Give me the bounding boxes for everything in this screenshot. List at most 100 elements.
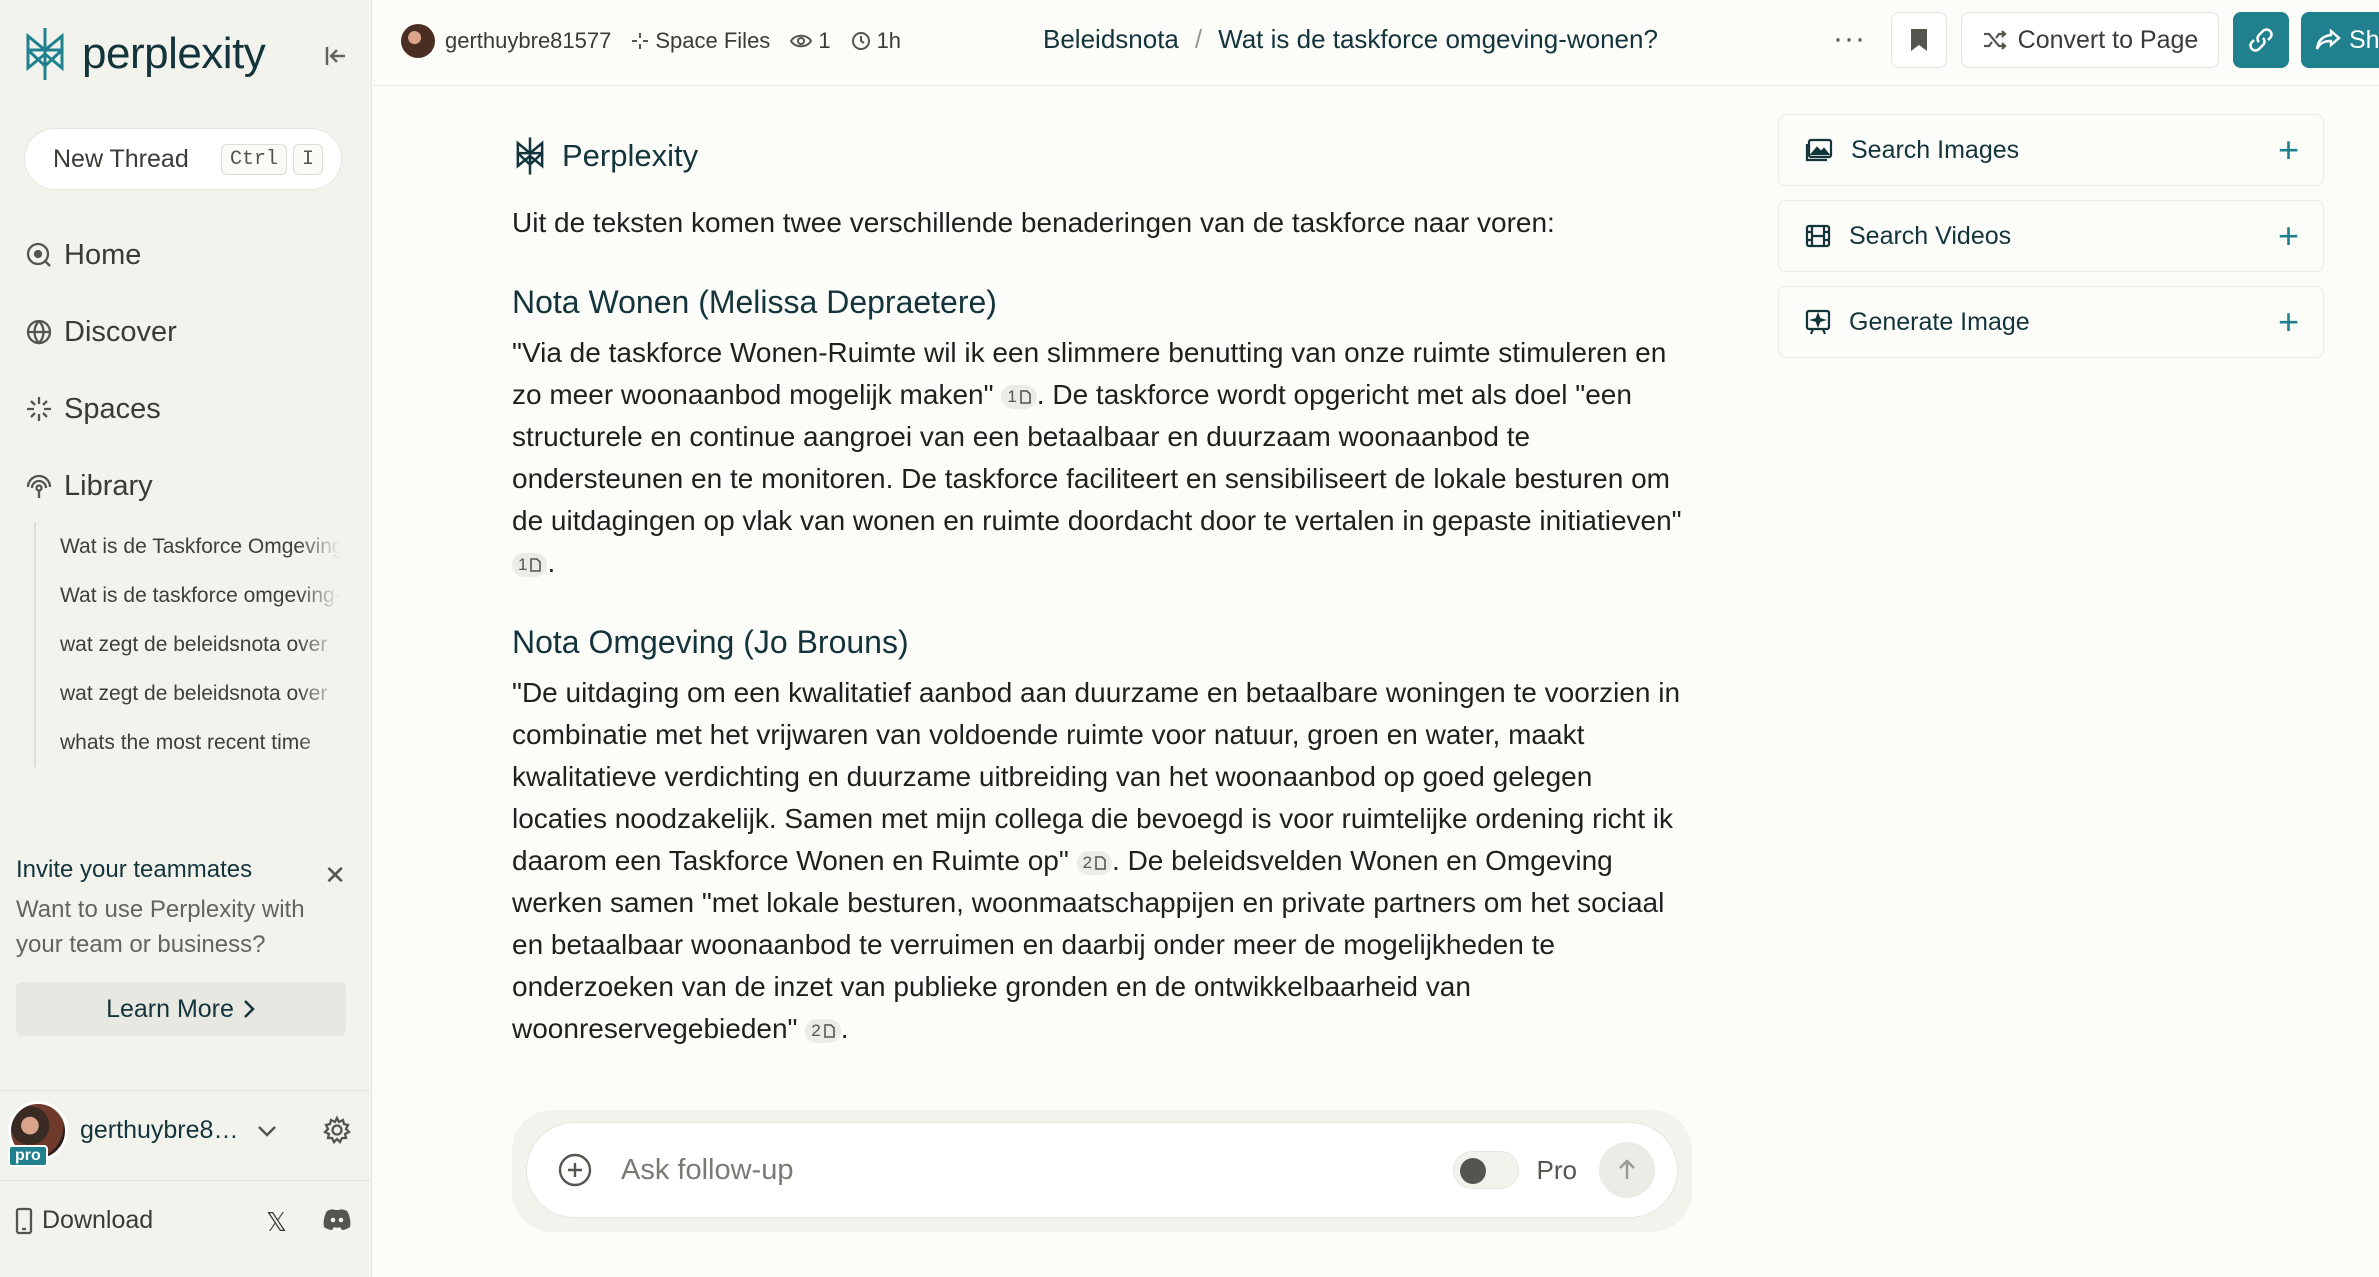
invite-body: Want to use Perplexity with your team or… [16,896,305,958]
library-item-label: whats the most recent time [60,730,311,754]
breadcrumb-parent[interactable]: Beleidsnota [1043,24,1179,55]
link-icon [2249,28,2273,52]
share-label: Sh [2349,25,2379,54]
spaces-icon [27,397,51,421]
pro-toggle-label: Pro [1536,1154,1577,1185]
user-menu[interactable]: pro gerthuybre81577 [0,1090,372,1170]
bookmark-button[interactable] [1891,12,1947,68]
new-thread-button[interactable]: New Thread Ctrl I [24,128,342,190]
citation-number: 1 [518,555,528,574]
views-value: 1 [818,28,831,53]
gear-icon[interactable] [322,1115,352,1145]
share-icon [2315,29,2341,50]
more-options-icon[interactable]: ··· [1833,22,1866,56]
library-item[interactable]: Wat is de taskforce omgeving-wonen? [60,571,340,620]
search-videos-button[interactable]: Search Videos + [1778,200,2324,272]
kbd-i: I [292,143,323,175]
breadcrumb: Beleidsnota / Wat is de taskforce omgevi… [1043,24,1658,55]
sidebar-item-home[interactable]: Home [24,232,141,278]
library-item-label: wat zegt de beleidsnota over [60,681,328,705]
perplexity-logo-icon [516,137,544,175]
submit-button[interactable] [1599,1142,1655,1198]
download-button[interactable]: Download 𝕏 [0,1180,372,1260]
collapse-sidebar-button[interactable] [318,38,354,74]
document-icon [1019,390,1031,404]
video-icon [1805,224,1831,248]
share-button[interactable]: Sh [2301,12,2379,68]
chevron-right-icon [244,1000,255,1018]
copy-link-button[interactable] [2233,12,2289,68]
citation-badge[interactable]: 2 [1076,851,1113,875]
plus-icon: + [2277,129,2299,170]
pro-badge: pro [8,1145,48,1167]
library-list: Wat is de Taskforce Omgeving-wonen? Wat … [34,522,340,767]
breadcrumb-separator: / [1194,24,1203,54]
library-item[interactable]: Wat is de Taskforce Omgeving-wonen? [60,522,340,571]
views-count: 1 [790,28,831,54]
citation-badge[interactable]: 1 [512,553,548,577]
space-link[interactable]: Space Files [631,28,770,54]
download-label: Download [42,1206,154,1234]
learn-more-label: Learn More [106,994,234,1023]
shuffle-icon [1983,30,2007,50]
app: perplexity New Thread Ctrl I Home Discov… [0,0,2379,1277]
side-card-label: Search Images [1851,135,2020,164]
document-icon [530,558,542,572]
learn-more-button[interactable]: Learn More [16,982,346,1036]
sidebar-item-library[interactable]: Library [24,463,153,509]
generate-image-button[interactable]: Generate Image + [1778,286,2324,358]
thread-age: 1h [851,28,901,54]
home-icon [26,242,51,267]
section-paragraph: "De uitdaging om een kwalitatief aanbod … [512,672,1692,1050]
close-icon[interactable]: ✕ [324,860,346,891]
invite-title: Invite your teammates [16,856,253,883]
followup-input[interactable]: Ask follow-up [621,1154,1453,1187]
library-item-label: Wat is de Taskforce Omgeving-wonen? [60,534,340,558]
spaces-icon [632,33,649,49]
sidebar-item-discover[interactable]: Discover [24,309,177,355]
library-icon [26,474,52,498]
convert-to-page-button[interactable]: Convert to Page [1961,12,2219,68]
document-icon [1095,856,1106,870]
library-item-label: Wat is de taskforce omgeving-wonen? [60,583,340,607]
topbar: gerthuybre81577 Space Files 1 1h Beleids… [373,0,2379,86]
citation-badge[interactable]: 2 [805,1019,841,1043]
avatar [401,24,435,58]
globe-icon [26,319,52,345]
search-images-button[interactable]: Search Images + [1778,114,2324,186]
logo-text: perplexity [82,29,266,78]
invite-panel: Invite your teammates ✕ Want to use Perp… [16,856,346,962]
sidebar-item-spaces[interactable]: Spaces [24,386,161,432]
x-twitter-icon[interactable]: 𝕏 [266,1207,287,1238]
mobile-icon [15,1207,33,1234]
library-item[interactable]: wat zegt de beleidsnota over [60,669,340,718]
eye-icon [790,34,813,48]
generate-image-icon [1805,309,1831,335]
citation-badge[interactable]: 1 [1001,385,1037,409]
space-name: Space Files [655,28,771,53]
answer-body: Uit de teksten komen twee verschillende … [512,202,1692,1050]
section-paragraph: "Via de taskforce Wonen-Ruimte wil ik ee… [512,332,1692,584]
plus-icon: + [2277,215,2299,256]
pro-toggle[interactable] [1452,1151,1519,1189]
clock-icon [851,32,870,50]
bookmark-icon [1911,29,1927,51]
thread-owner[interactable]: gerthuybre81577 Space Files 1 1h [401,24,901,58]
side-card-label: Generate Image [1849,307,2030,336]
library-item[interactable]: wat zegt de beleidsnota over [60,620,340,669]
new-thread-label: New Thread [53,144,189,173]
logo[interactable]: perplexity [22,26,266,82]
paragraph-text: . [840,1013,849,1044]
paragraph-text: . [547,547,556,578]
thread-title: Wat is de taskforce omgeving-wonen? [1218,24,1658,54]
owner-name: gerthuybre81577 [445,28,612,53]
library-item[interactable]: whats the most recent time [60,718,340,767]
citation-number: 2 [811,1021,821,1040]
document-icon [823,1024,835,1038]
attach-plus-icon[interactable] [557,1152,593,1188]
perplexity-logo-icon [26,28,64,80]
citation-number: 2 [1082,853,1093,872]
kbd-ctrl: Ctrl [220,143,287,175]
plus-icon: + [2277,301,2299,342]
discord-icon[interactable] [322,1207,352,1231]
